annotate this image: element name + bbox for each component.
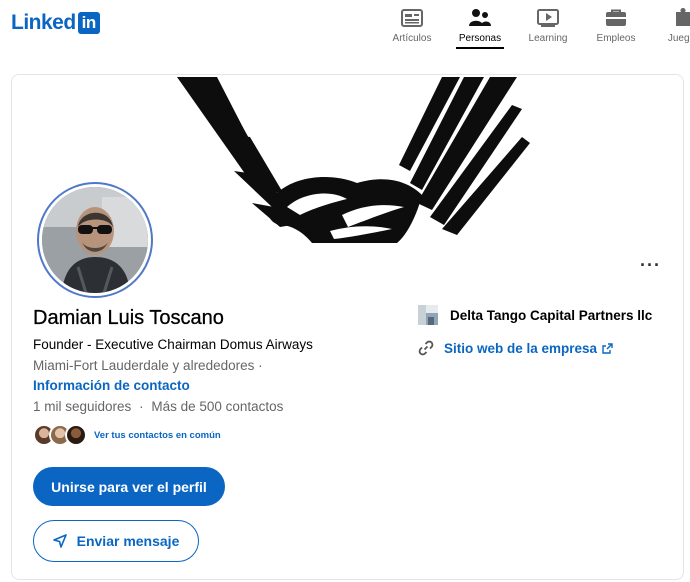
- current-company[interactable]: Delta Tango Capital Partners llc: [418, 305, 652, 325]
- logo-text: Linked: [11, 11, 76, 34]
- avatar-photo: [42, 187, 148, 293]
- nav-label: Artículos: [392, 33, 432, 44]
- nav-label: Learning: [528, 33, 568, 44]
- mutual-connections[interactable]: Ver tus contactos en común: [33, 424, 221, 446]
- nav-item-jobs[interactable]: Empleos: [582, 6, 650, 48]
- nav-items: Artículos Personas Learning Empleos Jueg…: [378, 6, 690, 49]
- linkedin-logo[interactable]: Linked in: [11, 11, 100, 35]
- website-link-label: Sitio web de la empresa: [444, 340, 598, 356]
- send-icon: [52, 534, 67, 548]
- learning-icon: [537, 8, 559, 28]
- connections-count: Más de 500 contactos: [151, 399, 284, 414]
- profile-stats: 1 mil seguidores · Más de 500 contactos: [33, 399, 283, 414]
- send-message-button[interactable]: Enviar mensaje: [33, 520, 199, 562]
- company-logo: [418, 305, 438, 325]
- nav-label: Empleos: [596, 33, 636, 44]
- articles-icon: [401, 8, 423, 28]
- followers-count: 1 mil seguidores: [33, 399, 132, 414]
- join-to-view-profile-button[interactable]: Unirse para ver el perfil: [33, 467, 225, 506]
- logo-in-box: in: [77, 12, 100, 34]
- nav-item-articles[interactable]: Artículos: [378, 6, 446, 48]
- mutual-connections-link[interactable]: Ver tus contactos en común: [94, 430, 221, 441]
- link-icon: [418, 340, 434, 356]
- nav-item-learning[interactable]: Learning: [514, 6, 582, 48]
- external-link-icon: [602, 342, 613, 354]
- send-message-label: Enviar mensaje: [76, 533, 180, 549]
- profile-name: Damian Luis Toscano: [33, 307, 224, 329]
- nav-item-games[interactable]: Juegos: [650, 6, 690, 48]
- profile-card: ··· Damian Luis Toscano Founder - Execut…: [11, 74, 684, 580]
- avatar[interactable]: [37, 182, 153, 298]
- mutual-faces: [33, 424, 87, 446]
- nav-label: Personas: [458, 33, 502, 44]
- company-website[interactable]: Sitio web de la empresa: [418, 340, 613, 356]
- mutual-avatar: [65, 424, 87, 446]
- games-icon: [673, 8, 690, 28]
- company-name: Delta Tango Capital Partners llc: [450, 307, 653, 323]
- people-icon: [469, 8, 491, 28]
- top-nav: Linked in Artículos Personas Learning Emp…: [0, 0, 690, 52]
- jobs-icon: [605, 8, 627, 28]
- profile-headline: Founder - Executive Chairman Domus Airwa…: [33, 337, 313, 352]
- more-options-button[interactable]: ···: [640, 255, 661, 276]
- contact-info-link[interactable]: Información de contacto: [33, 378, 190, 393]
- nav-label: Juegos: [667, 33, 690, 44]
- profile-location: Miami-Fort Lauderdale y alrededores ·: [33, 358, 263, 373]
- nav-item-people[interactable]: Personas: [446, 6, 514, 49]
- stats-separator: ·: [139, 399, 144, 414]
